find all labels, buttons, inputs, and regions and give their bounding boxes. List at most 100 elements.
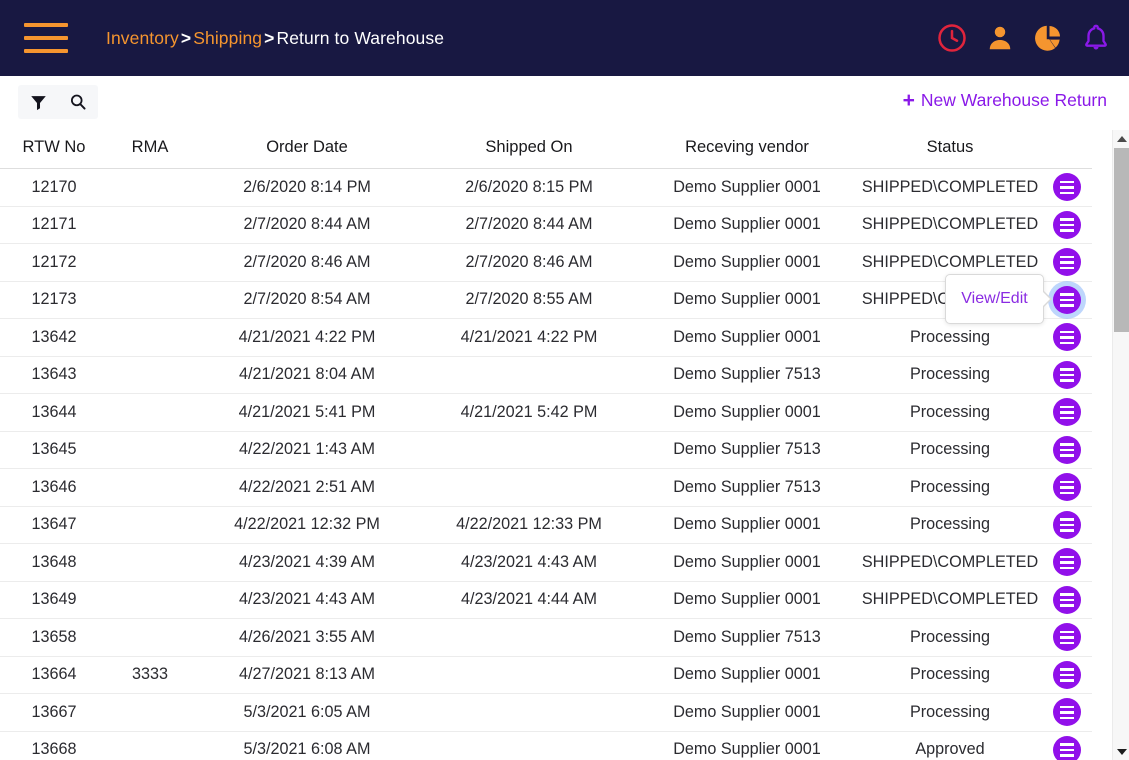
cell-rtw-no[interactable]: 13658 [0, 618, 108, 657]
cell-shipped-on: 2/7/2020 8:55 AM [422, 281, 636, 319]
table-row[interactable]: 12173 2/7/2020 8:54 AM 2/7/2020 8:55 AM Dem… [0, 281, 1092, 319]
scroll-up-arrow-icon[interactable] [1113, 130, 1129, 147]
cell-order-date: 4/22/2021 1:43 AM [192, 431, 422, 469]
row-action-menu-button[interactable] [1053, 435, 1081, 464]
view-edit-tooltip[interactable]: View/Edit [945, 274, 1044, 324]
cell-shipped-on [422, 731, 636, 760]
cell-order-date: 4/22/2021 12:32 PM [192, 506, 422, 544]
column-header-rma[interactable]: RMA [108, 128, 192, 169]
cell-rtw-no[interactable]: 13648 [0, 543, 108, 582]
table-row[interactable]: 13643 4/21/2021 8:04 AM Demo Supplier 7513… [0, 356, 1092, 394]
cell-shipped-on: 4/23/2021 4:44 AM [422, 581, 636, 619]
scrollbar-thumb[interactable] [1114, 148, 1129, 332]
cell-shipped-on: 2/7/2020 8:46 AM [422, 243, 636, 282]
column-header-rtw-no[interactable]: RTW No [0, 128, 108, 169]
row-action-menu-button[interactable] [1053, 473, 1081, 502]
table-row[interactable]: 13667 5/3/2021 6:05 AM Demo Supplier 0001 P… [0, 693, 1092, 732]
table-row[interactable]: 13668 5/3/2021 6:08 AM Demo Supplier 0001 A… [0, 731, 1092, 760]
row-action-menu-button[interactable] [1053, 510, 1081, 539]
cell-status: Approved [858, 731, 1042, 760]
cell-order-date: 2/6/2020 8:14 PM [192, 168, 422, 207]
cell-rtw-no[interactable]: 12172 [0, 243, 108, 282]
bell-icon[interactable] [1081, 23, 1111, 53]
row-action-menu-button[interactable] [1053, 585, 1081, 614]
cell-rtw-no[interactable]: 13649 [0, 581, 108, 619]
cell-rtw-no[interactable]: 13644 [0, 393, 108, 432]
row-action-menu-button[interactable] [1053, 210, 1081, 239]
cell-rtw-no[interactable]: 13668 [0, 731, 108, 760]
column-header-status[interactable]: Status [858, 128, 1042, 169]
cell-rtw-no[interactable]: 13642 [0, 318, 108, 357]
cell-rma [108, 393, 192, 432]
cell-actions [1042, 356, 1092, 394]
breadcrumb-item-shipping[interactable]: Shipping [193, 28, 262, 48]
cell-rma [108, 618, 192, 657]
cell-rtw-no[interactable]: 13647 [0, 506, 108, 544]
cell-actions [1042, 393, 1092, 432]
scroll-down-arrow-icon[interactable] [1113, 743, 1129, 760]
pie-chart-icon[interactable] [1033, 23, 1063, 53]
table-row[interactable]: 13658 4/26/2021 3:55 AM Demo Supplier 7513… [0, 618, 1092, 657]
row-action-menu-button[interactable] [1053, 323, 1081, 352]
column-header-shipped-on[interactable]: Shipped On [422, 128, 636, 169]
filter-button[interactable] [18, 85, 58, 119]
breadcrumb-item-inventory[interactable]: Inventory [106, 28, 179, 48]
cell-actions [1042, 618, 1092, 657]
cell-receving-vendor: Demo Supplier 0001 [636, 581, 858, 619]
table-row[interactable]: 12170 2/6/2020 8:14 PM 2/6/2020 8:15 PM Dem… [0, 168, 1092, 207]
row-action-menu-button[interactable] [1053, 698, 1081, 727]
cell-rtw-no[interactable]: 13645 [0, 431, 108, 469]
row-action-menu-button[interactable] [1053, 660, 1081, 689]
new-warehouse-return-button[interactable]: + New Warehouse Return [903, 90, 1107, 111]
column-header-receving-vendor[interactable]: Receving vendor [636, 128, 858, 169]
breadcrumb-separator: > [180, 27, 192, 48]
table-row[interactable]: 13642 4/21/2021 4:22 PM 4/21/2021 4:22 PM D… [0, 318, 1092, 357]
cell-shipped-on: 2/7/2020 8:44 AM [422, 206, 636, 244]
row-action-menu-button[interactable] [1053, 173, 1081, 202]
cell-status: SHIPPED\COMPLETED [858, 581, 1042, 619]
cell-rtw-no[interactable]: 12170 [0, 168, 108, 207]
cell-rtw-no[interactable]: 12173 [0, 281, 108, 319]
table-row[interactable]: 13644 4/21/2021 5:41 PM 4/21/2021 5:42 PM D… [0, 393, 1092, 432]
table-row[interactable]: 12172 2/7/2020 8:46 AM 2/7/2020 8:46 AM Dem… [0, 243, 1092, 282]
cell-rtw-no[interactable]: 12171 [0, 206, 108, 244]
search-icon [70, 94, 86, 110]
cell-rtw-no[interactable]: 13643 [0, 356, 108, 394]
cell-receving-vendor: Demo Supplier 7513 [636, 468, 858, 507]
cell-status: Processing [858, 506, 1042, 544]
user-icon[interactable] [985, 23, 1015, 53]
row-action-menu-button[interactable] [1053, 360, 1081, 389]
cell-shipped-on [422, 656, 636, 694]
cell-receving-vendor: Demo Supplier 0001 [636, 656, 858, 694]
clock-icon[interactable] [937, 23, 967, 53]
hamburger-icon[interactable] [24, 23, 68, 53]
row-action-menu-button[interactable] [1053, 623, 1081, 652]
cell-status: Processing [858, 393, 1042, 432]
table-row[interactable]: 13647 4/22/2021 12:32 PM 4/22/2021 12:33 P… [0, 506, 1092, 544]
table-row[interactable]: 13648 4/23/2021 4:39 AM 4/23/2021 4:43 AM D… [0, 543, 1092, 582]
row-action-menu-button[interactable] [1053, 248, 1081, 277]
cell-rtw-no[interactable]: 13667 [0, 693, 108, 732]
cell-rma [108, 206, 192, 244]
table-row[interactable]: 13645 4/22/2021 1:43 AM Demo Supplier 7513… [0, 431, 1092, 469]
cell-order-date: 4/22/2021 2:51 AM [192, 468, 422, 507]
row-action-menu-button[interactable] [1053, 398, 1081, 427]
cell-order-date: 2/7/2020 8:44 AM [192, 206, 422, 244]
table-row[interactable]: 13664 3333 4/27/2021 8:13 AM Demo Supplier … [0, 656, 1092, 694]
column-header-order-date[interactable]: Order Date [192, 128, 422, 169]
cell-receving-vendor: Demo Supplier 0001 [636, 731, 858, 760]
vertical-scrollbar[interactable] [1112, 130, 1129, 760]
table-row[interactable]: 12171 2/7/2020 8:44 AM 2/7/2020 8:44 AM Dem… [0, 206, 1092, 244]
search-button[interactable] [58, 85, 98, 119]
row-action-menu-button[interactable] [1053, 548, 1081, 577]
table-row[interactable]: 13646 4/22/2021 2:51 AM Demo Supplier 7513… [0, 468, 1092, 507]
cell-shipped-on [422, 431, 636, 469]
cell-rma [108, 543, 192, 582]
row-action-menu-button[interactable] [1053, 735, 1081, 760]
table-row[interactable]: 13649 4/23/2021 4:43 AM 4/23/2021 4:44 AM D… [0, 581, 1092, 619]
cell-rtw-no[interactable]: 13646 [0, 468, 108, 507]
hamburger-line [24, 23, 68, 27]
cell-rtw-no[interactable]: 13664 [0, 656, 108, 694]
cell-shipped-on: 2/6/2020 8:15 PM [422, 168, 636, 207]
cell-rma [108, 581, 192, 619]
